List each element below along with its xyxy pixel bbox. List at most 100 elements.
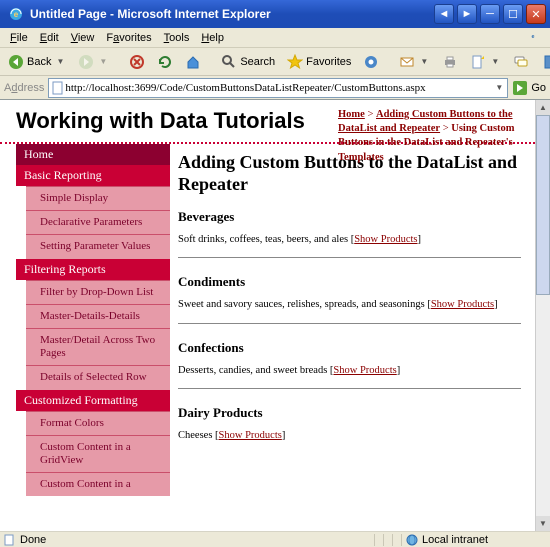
search-icon xyxy=(221,54,237,70)
category-desc: Sweet and savory sauces, relishes, sprea… xyxy=(178,298,521,312)
minimize-button[interactable]: ─ xyxy=(480,4,500,24)
main-content: Adding Custom Buttons to the DataList an… xyxy=(170,144,535,496)
scroll-up-arrow[interactable]: ▲ xyxy=(536,100,550,115)
toolbar: Back ▼ ▼ Search Favorites ▼ ▼ xyxy=(0,48,550,76)
scroll-thumb[interactable] xyxy=(536,115,550,295)
print-icon xyxy=(442,54,458,70)
status-bar: Done Local intranet xyxy=(0,531,550,547)
vertical-scrollbar[interactable]: ▲ ▼ xyxy=(535,100,550,531)
breadcrumb-home[interactable]: Home xyxy=(338,109,365,120)
content-area: Working with Data Tutorials Home > Addin… xyxy=(0,100,550,531)
category-desc: Desserts, candies, and sweet breads [Sho… xyxy=(178,364,521,378)
nav-format-colors[interactable]: Format Colors xyxy=(26,411,170,435)
sidebar-nav: Home Basic Reporting Simple Display Decl… xyxy=(0,144,170,496)
chevron-down-icon[interactable]: ▼ xyxy=(493,83,505,92)
print-button[interactable] xyxy=(438,52,462,72)
show-products-link[interactable]: Show Products xyxy=(333,365,396,376)
menu-favorites[interactable]: Favorites xyxy=(100,30,157,46)
edit-button[interactable]: ▼ xyxy=(466,52,505,72)
menu-file[interactable]: File xyxy=(4,30,34,46)
go-button[interactable]: Go xyxy=(512,80,546,96)
page: Working with Data Tutorials Home > Addin… xyxy=(0,100,535,531)
menu-edit[interactable]: Edit xyxy=(34,30,65,46)
forward-button: ▼ xyxy=(74,52,113,72)
research-button[interactable] xyxy=(537,52,550,72)
category-name: Beverages xyxy=(178,209,521,225)
home-button[interactable] xyxy=(181,52,205,72)
ie-icon: e xyxy=(8,6,24,22)
nav-basic-reporting[interactable]: Basic Reporting xyxy=(16,165,170,186)
show-products-link[interactable]: Show Products xyxy=(431,299,494,310)
mail-icon xyxy=(399,54,415,70)
nav-master-detail-two-pages[interactable]: Master/Detail Across Two Pages xyxy=(26,328,170,365)
edit-icon xyxy=(470,54,486,70)
category-divider xyxy=(178,388,521,389)
nav-details-selected-row[interactable]: Details of Selected Row xyxy=(26,365,170,389)
close-button[interactable]: ✕ xyxy=(526,4,546,24)
address-label: Address xyxy=(4,82,44,94)
address-bar: Address ▼ Go xyxy=(0,76,550,100)
address-input[interactable] xyxy=(65,82,493,94)
back-label: Back xyxy=(27,56,51,68)
forward-icon xyxy=(78,54,94,70)
chevron-down-icon: ▼ xyxy=(418,57,430,66)
status-done: Done xyxy=(20,534,46,546)
chevron-down-icon: ▼ xyxy=(54,57,66,66)
menu-bar: File Edit View Favorites Tools Help e xyxy=(0,28,550,48)
security-zone: Local intranet xyxy=(406,534,546,546)
menu-view[interactable]: View xyxy=(65,30,101,46)
refresh-button[interactable] xyxy=(153,52,177,72)
stop-button[interactable] xyxy=(125,52,149,72)
nav-next-button[interactable]: ► xyxy=(457,4,477,24)
zone-icon xyxy=(406,534,418,546)
nav-home[interactable]: Home xyxy=(16,144,170,165)
chevron-down-icon: ▼ xyxy=(97,57,109,66)
nav-setting-parameter-values[interactable]: Setting Parameter Values xyxy=(26,234,170,258)
page-icon xyxy=(51,81,65,95)
page-icon xyxy=(4,534,16,546)
nav-filter-dropdown[interactable]: Filter by Drop-Down List xyxy=(26,280,170,304)
scroll-down-arrow[interactable]: ▼ xyxy=(536,516,550,531)
chevron-down-icon: ▼ xyxy=(489,57,501,66)
search-button[interactable]: Search xyxy=(217,52,279,72)
nav-customized-formatting[interactable]: Customized Formatting xyxy=(16,390,170,411)
category-block: Condiments Sweet and savory sauces, reli… xyxy=(178,274,521,323)
breadcrumb: Home > Adding Custom Buttons to the Data… xyxy=(338,108,528,165)
category-divider xyxy=(178,257,521,258)
category-divider xyxy=(178,323,521,324)
nav-simple-display[interactable]: Simple Display xyxy=(26,186,170,210)
nav-custom-content-gridview[interactable]: Custom Content in a GridView xyxy=(26,435,170,472)
nav-custom-content-in-a[interactable]: Custom Content in a xyxy=(26,472,170,496)
favorites-label: Favorites xyxy=(306,56,351,68)
menu-tools[interactable]: Tools xyxy=(158,30,196,46)
media-button[interactable] xyxy=(359,52,383,72)
refresh-icon xyxy=(157,54,173,70)
nav-declarative-parameters[interactable]: Declarative Parameters xyxy=(26,210,170,234)
mail-button[interactable]: ▼ xyxy=(395,52,434,72)
separator xyxy=(392,534,393,546)
show-products-link[interactable]: Show Products xyxy=(354,234,417,245)
stop-icon xyxy=(129,54,145,70)
category-block: Confections Desserts, candies, and sweet… xyxy=(178,340,521,389)
nav-master-details-details[interactable]: Master-Details-Details xyxy=(26,304,170,328)
show-products-link[interactable]: Show Products xyxy=(219,430,282,441)
category-block: Dairy Products Cheeses [Show Products] xyxy=(178,405,521,443)
nav-prev-button[interactable]: ◄ xyxy=(434,4,454,24)
back-button[interactable]: Back ▼ xyxy=(4,52,70,72)
category-name: Dairy Products xyxy=(178,405,521,421)
category-block: Beverages Soft drinks, coffees, teas, be… xyxy=(178,209,521,258)
category-name: Confections xyxy=(178,340,521,356)
zone-label: Local intranet xyxy=(422,534,488,546)
menu-help[interactable]: Help xyxy=(195,30,230,46)
svg-text:e: e xyxy=(14,10,19,19)
home-icon xyxy=(185,54,201,70)
address-input-wrap[interactable]: ▼ xyxy=(48,78,508,98)
maximize-button[interactable]: ☐ xyxy=(503,4,523,24)
nav-filtering-reports[interactable]: Filtering Reports xyxy=(16,259,170,280)
discuss-button[interactable] xyxy=(509,52,533,72)
favorites-button[interactable]: Favorites xyxy=(283,52,355,72)
category-desc: Soft drinks, coffees, teas, beers, and a… xyxy=(178,233,521,247)
window-titlebar: e Untitled Page - Microsoft Internet Exp… xyxy=(0,0,550,28)
separator xyxy=(383,534,384,546)
separator xyxy=(401,534,402,546)
